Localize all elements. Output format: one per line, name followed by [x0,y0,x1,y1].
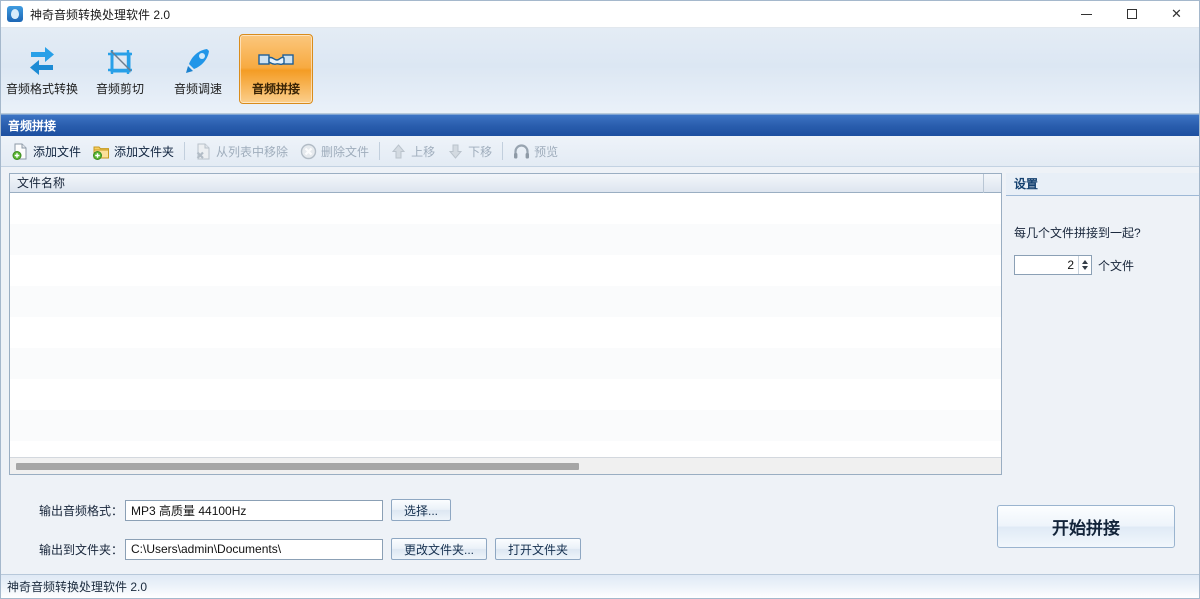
output-format-field[interactable]: MP3 高质量 44100Hz [125,499,383,521]
toolbar-item-label: 添加文件 [33,144,82,159]
output-folder-label: 输出到文件夹： [39,542,124,557]
add-file-icon [12,143,29,160]
join-count-row: 个文件 [1014,255,1199,275]
app-logo-icon [7,6,23,22]
toolbar-item-label: 删除文件 [321,144,370,159]
handshake-icon [258,41,294,81]
scrollbar-thumb[interactable] [16,462,579,470]
list-action-toolbar: 添加文件 添加文件夹 从列表中移除 删除文件 上移 下移 预览 [1,136,1199,167]
toolbar-item-label: 下移 [468,144,493,159]
rocket-icon [181,41,215,81]
list-item[interactable] [10,441,1001,457]
toolbar-separator [379,142,381,160]
crop-icon [103,41,137,81]
tab-audio-format-convert[interactable]: 音频格式转换 [5,34,79,104]
add-file-button[interactable]: 添加文件 [6,140,87,163]
settings-body: 每几个文件拼接到一起? 个文件 [1006,196,1199,491]
preview-button[interactable]: 预览 [507,140,564,163]
start-join-button[interactable]: 开始拼接 [997,505,1175,548]
tab-label: 音频拼接 [251,82,300,96]
arrow-up-icon [390,143,407,160]
move-down-button[interactable]: 下移 [441,140,498,163]
add-folder-icon [93,143,110,160]
column-resize-grip[interactable] [983,173,1001,193]
horizontal-scrollbar[interactable] [10,457,1001,474]
join-count-stepper[interactable] [1014,255,1092,275]
settings-title: 设置 [1006,173,1199,196]
toolbar-item-label: 上移 [411,144,436,159]
file-list-panel: 文件名称 [9,173,1002,475]
tab-audio-speed[interactable]: 音频调速 [161,34,235,104]
window-controls: ✕ [1064,1,1199,28]
stepper-down-icon[interactable] [1082,266,1088,270]
application-window: 神奇音频转换处理软件 2.0 ✕ 音频格式转换 音频剪切 音频调速 音频拼接 音… [0,0,1200,599]
main-body: 文件名称 设置 每几个文件拼接到一起? 2 个文件 [1,167,1199,491]
change-folder-button[interactable]: 更改文件夹... [391,538,488,560]
tab-label: 音频调速 [173,82,222,96]
stepper-up-icon[interactable] [1082,260,1088,264]
tab-audio-join[interactable]: 音频拼接 [239,34,313,104]
open-folder-button[interactable]: 打开文件夹 [495,538,582,560]
list-item[interactable] [10,348,1001,379]
output-rows: 输出音频格式： MP3 高质量 44100Hz 选择... 输出到文件夹： C:… [1,491,989,577]
status-bar: 神奇音频转换处理软件 2.0 [1,574,1199,598]
start-action-area: 开始拼接 [989,491,1199,548]
section-header: 音频拼接 [1,114,1199,136]
remove-file-icon [195,143,212,160]
output-settings-panel: 输出音频格式： MP3 高质量 44100Hz 选择... 输出到文件夹： C:… [1,491,1199,574]
list-item[interactable] [10,317,1001,348]
join-count-question: 每几个文件拼接到一起? [1014,226,1141,240]
toolbar-separator [184,142,186,160]
join-count-input[interactable] [1015,258,1078,272]
toolbar-separator [502,142,504,160]
remove-from-list-button[interactable]: 从列表中移除 [189,140,294,163]
tab-label: 音频剪切 [95,82,144,96]
list-item[interactable] [10,286,1001,317]
title-bar: 神奇音频转换处理软件 2.0 ✕ [1,1,1199,28]
tab-audio-cut[interactable]: 音频剪切 [83,34,157,104]
output-folder-row: 输出到文件夹： C:\Users\admin\Documents\ 更改文件夹.… [39,538,989,560]
delete-file-icon [300,143,317,160]
close-button[interactable]: ✕ [1154,1,1199,28]
tab-label: 音频格式转换 [6,82,79,96]
delete-file-button[interactable]: 删除文件 [294,140,375,163]
list-item[interactable] [10,255,1001,286]
headphones-icon [513,143,530,160]
join-count-unit: 个文件 [1098,258,1135,273]
toolbar-item-label: 从列表中移除 [216,144,289,159]
output-format-row: 输出音频格式： MP3 高质量 44100Hz 选择... [39,499,989,521]
list-item[interactable] [10,224,1001,255]
stepper-arrows[interactable] [1078,256,1091,274]
output-format-label: 输出音频格式： [39,503,124,518]
file-list-header: 文件名称 [10,173,1001,193]
add-folder-button[interactable]: 添加文件夹 [87,140,180,163]
settings-panel: 设置 每几个文件拼接到一起? 个文件 [1006,173,1199,491]
list-item[interactable] [10,379,1001,410]
move-up-button[interactable]: 上移 [384,140,441,163]
arrow-down-icon [447,143,464,160]
file-list-rows[interactable] [10,193,1001,457]
main-tab-strip: 音频格式转换 音频剪切 音频调速 音频拼接 [1,28,1199,114]
minimize-button[interactable] [1064,1,1109,28]
maximize-button[interactable] [1109,1,1154,28]
choose-format-button[interactable]: 选择... [391,499,452,521]
output-folder-field[interactable]: C:\Users\admin\Documents\ [125,538,383,560]
list-item[interactable] [10,410,1001,441]
list-item[interactable] [10,193,1001,224]
window-title: 神奇音频转换处理软件 2.0 [30,7,171,22]
convert-arrows-icon [25,41,59,81]
column-header-filename[interactable]: 文件名称 [10,174,983,193]
toolbar-item-label: 预览 [534,144,559,159]
toolbar-item-label: 添加文件夹 [114,144,175,159]
